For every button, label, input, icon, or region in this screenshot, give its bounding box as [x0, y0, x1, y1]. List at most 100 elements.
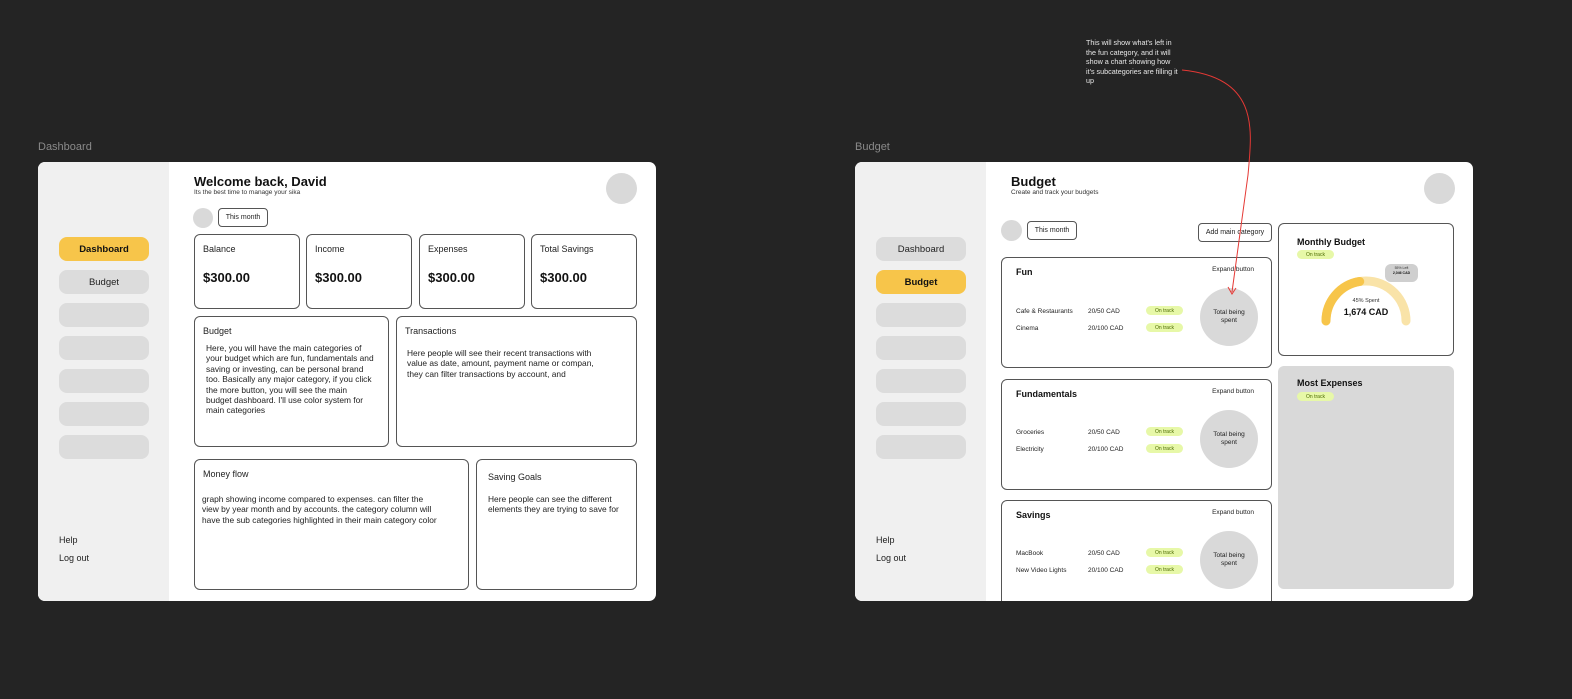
nav-placeholder-5[interactable] [59, 435, 149, 459]
saving-goals-card[interactable]: Saving Goals Here people can see the dif… [476, 459, 637, 590]
category-card-fun[interactable]: Fun Expand button Cafe & Restaurants 20/… [1001, 257, 1272, 368]
transactions-card[interactable]: Transactions Here people will see their … [396, 316, 637, 447]
transactions-card-body: Here people will see their recent transa… [407, 348, 594, 379]
stat-label: Income [315, 244, 345, 254]
monthly-budget-card[interactable]: Monthly Budget On track 55% Left 2,046 C… [1278, 223, 1454, 356]
stat-amount: $300.00 [540, 270, 587, 285]
sidebar: Dashboard Budget Help Log out [855, 162, 986, 601]
stat-label: Balance [203, 244, 236, 254]
stat-amount: $300.00 [428, 270, 475, 285]
subcategory-name: Cinema [1016, 325, 1039, 332]
status-badge: On track [1146, 427, 1183, 436]
ring-label: Total being spent [1213, 431, 1245, 446]
expand-button[interactable]: Expand button [1212, 266, 1254, 273]
subcategory-name: Groceries [1016, 429, 1045, 436]
nav-placeholder-3[interactable] [876, 369, 966, 393]
left-tooltip: 55% Left 2,046 CAD [1385, 264, 1418, 282]
total-spent-ring: Total being spent [1200, 288, 1258, 346]
expand-button[interactable]: Expand button [1212, 388, 1254, 395]
stat-label: Expenses [428, 244, 468, 254]
saving-goals-body: Here people can see the different elemen… [488, 494, 619, 515]
balance-card[interactable]: Balance $300.00 [194, 234, 300, 309]
budget-frame-label: Budget [855, 141, 890, 153]
budget-frame: Dashboard Budget Help Log out Budget Cre… [855, 162, 1473, 601]
category-card-fundamentals[interactable]: Fundamentals Expand button Groceries 20/… [1001, 379, 1272, 490]
this-month-filter[interactable]: This month [1027, 221, 1077, 240]
budget-card-title: Budget [203, 326, 232, 336]
money-flow-title: Money flow [203, 469, 249, 479]
page-title: Budget [1011, 174, 1056, 189]
subcategory-name: MacBook [1016, 550, 1044, 557]
sidebar: Dashboard Budget Help Log out [38, 162, 169, 601]
category-title: Savings [1016, 510, 1051, 520]
ring-label: Total being spent [1213, 309, 1245, 324]
total-savings-card[interactable]: Total Savings $300.00 [531, 234, 637, 309]
total-spent-ring: Total being spent [1200, 531, 1258, 589]
nav-placeholder-4[interactable] [59, 402, 149, 426]
expand-button[interactable]: Expand button [1212, 509, 1254, 516]
money-flow-body: graph showing income compared to expense… [202, 494, 437, 525]
ring-label: Total being spent [1213, 552, 1245, 567]
subcategory-value: 20/100 CAD [1088, 567, 1124, 574]
page-title: Welcome back, David [194, 174, 327, 189]
spent-label: 45% Spent [1352, 298, 1380, 304]
status-badge: On track [1297, 392, 1334, 401]
nav-placeholder-2[interactable] [876, 336, 966, 360]
nav-budget[interactable]: Budget [876, 270, 966, 294]
nav-placeholder-1[interactable] [59, 303, 149, 327]
transactions-card-title: Transactions [405, 326, 457, 336]
dashboard-frame: Dashboard Budget Help Log out Welcome ba… [38, 162, 656, 601]
dashboard-frame-label: Dashboard [38, 141, 92, 153]
account-avatar[interactable] [1001, 220, 1022, 241]
this-month-filter[interactable]: This month [218, 208, 268, 227]
subcategory-value: 20/50 CAD [1088, 550, 1120, 557]
budget-card[interactable]: Budget Here, you will have the main cate… [194, 316, 389, 447]
nav-placeholder-4[interactable] [876, 402, 966, 426]
status-badge: On track [1146, 444, 1183, 453]
left-tooltip-amount: 2,046 CAD [1392, 271, 1411, 275]
nav-placeholder-3[interactable] [59, 369, 149, 393]
expenses-card[interactable]: Expenses $300.00 [419, 234, 525, 309]
subcategory-value: 20/100 CAD [1088, 325, 1124, 332]
avatar[interactable] [1424, 173, 1455, 204]
subcategory-value: 20/50 CAD [1088, 308, 1120, 315]
nav-dashboard[interactable]: Dashboard [876, 237, 966, 261]
subcategory-name: New Video Lights [1016, 567, 1067, 574]
status-badge: On track [1146, 323, 1183, 332]
page-subtitle: Create and track your budgets [1011, 189, 1099, 196]
subcategory-name: Cafe & Restaurants [1016, 308, 1073, 315]
design-annotation: This will show what's left in the fun ca… [1086, 38, 1178, 85]
status-badge: On track [1146, 548, 1183, 557]
subcategory-value: 20/50 CAD [1088, 429, 1120, 436]
category-card-savings[interactable]: Savings Expand button MacBook 20/50 CAD … [1001, 500, 1272, 601]
nav-placeholder-5[interactable] [876, 435, 966, 459]
category-title: Fun [1016, 267, 1033, 277]
money-flow-card[interactable]: Money flow graph showing income compared… [194, 459, 469, 590]
budget-card-body: Here, you will have the main categories … [206, 343, 374, 416]
stat-label: Total Savings [540, 244, 594, 254]
logout-link[interactable]: Log out [59, 553, 89, 563]
help-link[interactable]: Help [876, 535, 895, 545]
spent-amount: 1,674 CAD [1343, 307, 1389, 317]
stat-amount: $300.00 [315, 270, 362, 285]
page-subtitle: Its the best time to manage your sika [194, 189, 301, 196]
nav-budget[interactable]: Budget [59, 270, 149, 294]
nav-dashboard[interactable]: Dashboard [59, 237, 149, 261]
category-title: Fundamentals [1016, 389, 1078, 399]
nav-placeholder-1[interactable] [876, 303, 966, 327]
monthly-budget-title: Monthly Budget [1297, 237, 1365, 247]
most-expenses-title: Most Expenses [1297, 378, 1363, 388]
add-main-category-button[interactable]: Add main category [1198, 223, 1272, 242]
saving-goals-title: Saving Goals [488, 472, 542, 482]
nav-placeholder-2[interactable] [59, 336, 149, 360]
subcategory-value: 20/100 CAD [1088, 446, 1124, 453]
status-badge: On track [1297, 250, 1334, 259]
most-expenses-card[interactable]: Most Expenses On track [1278, 366, 1454, 589]
logout-link[interactable]: Log out [876, 553, 906, 563]
avatar[interactable] [606, 173, 637, 204]
stat-amount: $300.00 [203, 270, 250, 285]
income-card[interactable]: Income $300.00 [306, 234, 412, 309]
help-link[interactable]: Help [59, 535, 78, 545]
status-badge: On track [1146, 306, 1183, 315]
account-avatar[interactable] [193, 208, 213, 228]
